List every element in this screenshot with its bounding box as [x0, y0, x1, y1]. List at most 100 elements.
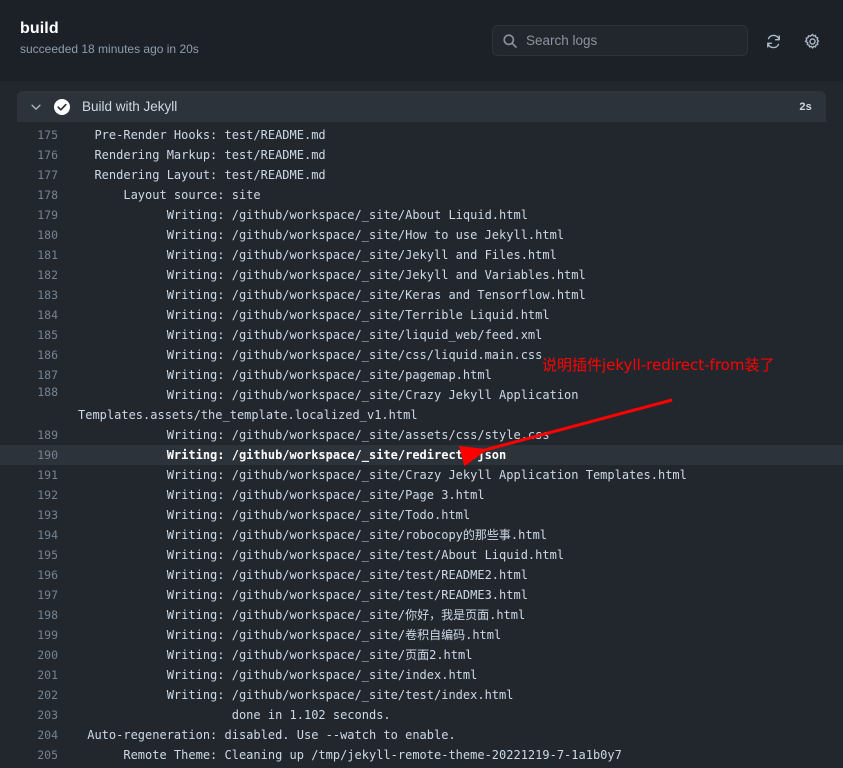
- log-line-text: Remote Theme: Cleaning up /tmp/jekyll-re…: [80, 748, 622, 762]
- log-line-text: Writing: /github/workspace/_site/页面2.htm…: [80, 648, 473, 662]
- log-line[interactable]: 193 Writing: /github/workspace/_site/Tod…: [0, 505, 843, 525]
- step-title: Build with Jekyll: [82, 98, 178, 114]
- log-line[interactable]: 179 Writing: /github/workspace/_site/Abo…: [0, 205, 843, 225]
- annotation-label: 说明插件jekyll-redirect-from装了: [542, 356, 775, 374]
- log-line-number: 199: [37, 628, 58, 642]
- log-line-text: Writing: /github/workspace/_site/Keras a…: [80, 288, 586, 302]
- log-line-text: Writing: /github/workspace/_site/test/in…: [80, 688, 514, 702]
- log-line[interactable]: 182 Writing: /github/workspace/_site/Jek…: [0, 265, 843, 285]
- log-line-number: 195: [37, 548, 58, 562]
- log-line[interactable]: 176 Rendering Markup: test/README.md: [0, 145, 843, 165]
- log-line-text: Writing: /github/workspace/_site/How to …: [80, 228, 565, 242]
- header-title-block: build succeeded 18 minutes ago in 20s: [20, 19, 199, 58]
- log-line-text: Writing: /github/workspace/_site/Jekyll …: [80, 248, 557, 262]
- log-line-number: 194: [37, 528, 58, 542]
- refresh-button[interactable]: [762, 30, 784, 52]
- log-line-text: Writing: /github/workspace/_site/redirec…: [80, 448, 507, 462]
- log-line-text: Rendering Layout: test/README.md: [80, 168, 326, 182]
- log-line-number: 204: [37, 728, 58, 742]
- log-line-text: Writing: /github/workspace/_site/Terribl…: [80, 308, 550, 322]
- search-placeholder-text: Search logs: [526, 32, 598, 48]
- log-line-number: 184: [37, 308, 58, 322]
- log-line-number: 178: [37, 188, 58, 202]
- log-line[interactable]: 196 Writing: /github/workspace/_site/tes…: [0, 565, 843, 585]
- page-title: build: [20, 20, 59, 37]
- log-line-number: 198: [37, 608, 58, 622]
- log-line[interactable]: 201 Writing: /github/workspace/_site/ind…: [0, 665, 843, 685]
- log-line[interactable]: 189 Writing: /github/workspace/_site/ass…: [0, 425, 843, 445]
- log-line[interactable]: 181 Writing: /github/workspace/_site/Jek…: [0, 245, 843, 265]
- search-logs-input[interactable]: Search logs: [492, 25, 748, 56]
- log-line-text: Writing: /github/workspace/_site/test/Ab…: [80, 548, 565, 562]
- log-line[interactable]: 200 Writing: /github/workspace/_site/页面2…: [0, 645, 843, 665]
- log-line-text: Writing: /github/workspace/_site/Jekyll …: [80, 268, 586, 282]
- log-line-text: Auto-regeneration: disabled. Use --watch…: [80, 728, 456, 742]
- log-line-text: Writing: /github/workspace/_site/Crazy J…: [78, 385, 579, 425]
- log-line-number: 193: [37, 508, 58, 522]
- log-line[interactable]: 177 Rendering Layout: test/README.md: [0, 165, 843, 185]
- log-line[interactable]: 197 Writing: /github/workspace/_site/tes…: [0, 585, 843, 605]
- log-line-number: 191: [37, 468, 58, 482]
- log-line-text: Writing: /github/workspace/_site/Todo.ht…: [80, 508, 471, 522]
- log-line-number: 203: [37, 708, 58, 722]
- step-duration: 2s: [799, 100, 812, 113]
- log-line-number: 177: [37, 168, 58, 182]
- log-line[interactable]: 190 Writing: /github/workspace/_site/red…: [0, 445, 843, 465]
- log-line[interactable]: 175 Pre-Render Hooks: test/README.md: [0, 125, 843, 145]
- log-line-number: 205: [37, 748, 58, 762]
- log-line-text: Layout source: site: [80, 188, 261, 202]
- gear-icon: [804, 33, 819, 49]
- log-line-number: 175: [37, 128, 58, 142]
- log-line-text: Pre-Render Hooks: test/README.md: [80, 128, 326, 142]
- step-header-build-with-jekyll[interactable]: Build with Jekyll 2s: [17, 91, 826, 122]
- log-line[interactable]: 184 Writing: /github/workspace/_site/Ter…: [0, 305, 843, 325]
- log-line[interactable]: 180 Writing: /github/workspace/_site/How…: [0, 225, 843, 245]
- log-line[interactable]: 203 done in 1.102 seconds.: [0, 705, 843, 725]
- log-line-text: Writing: /github/workspace/_site/test/RE…: [80, 588, 528, 602]
- page-header: build succeeded 18 minutes ago in 20s Se…: [0, 0, 843, 81]
- log-line[interactable]: 205 Remote Theme: Cleaning up /tmp/jekyl…: [0, 745, 843, 765]
- log-line-number: 196: [37, 568, 58, 582]
- settings-button[interactable]: [801, 30, 823, 52]
- log-line-number: 179: [37, 208, 58, 222]
- log-line[interactable]: 194 Writing: /github/workspace/_site/rob…: [0, 525, 843, 545]
- log-line[interactable]: 204 Auto-regeneration: disabled. Use --w…: [0, 725, 843, 745]
- log-line-text: Writing: /github/workspace/_site/test/RE…: [80, 568, 528, 582]
- log-line-text: Writing: /github/workspace/_site/你好，我是页面…: [80, 608, 526, 622]
- refresh-icon: [766, 34, 780, 48]
- log-line-text: Writing: /github/workspace/_site/assets/…: [80, 428, 550, 442]
- log-line[interactable]: 178 Layout source: site: [0, 185, 843, 205]
- log-line-number: 185: [37, 328, 58, 342]
- log-line-number: 197: [37, 588, 58, 602]
- log-line-number: 188: [37, 385, 58, 399]
- chevron-down-icon[interactable]: [29, 100, 43, 114]
- log-line-text: Writing: /github/workspace/_site/Crazy J…: [80, 468, 687, 482]
- log-line-text: Writing: /github/workspace/_site/About L…: [80, 208, 528, 222]
- log-line[interactable]: 183 Writing: /github/workspace/_site/Ker…: [0, 285, 843, 305]
- log-line-number: 181: [37, 248, 58, 262]
- log-line-text: Writing: /github/workspace/_site/robocop…: [80, 528, 548, 542]
- log-line-text: Writing: /github/workspace/_site/index.h…: [80, 668, 478, 682]
- log-line[interactable]: 195 Writing: /github/workspace/_site/tes…: [0, 545, 843, 565]
- log-line-number: 202: [37, 688, 58, 702]
- log-line[interactable]: 192 Writing: /github/workspace/_site/Pag…: [0, 485, 843, 505]
- log-line-number: 183: [37, 288, 58, 302]
- log-line-text-continued: Templates.assets/the_template.localized_…: [78, 408, 418, 422]
- log-line-number: 186: [37, 348, 58, 362]
- log-line-number: 182: [37, 268, 58, 282]
- build-status-summary: succeeded 18 minutes ago in 20s: [20, 42, 199, 56]
- log-line[interactable]: 202 Writing: /github/workspace/_site/tes…: [0, 685, 843, 705]
- log-line-number: 187: [37, 368, 58, 382]
- log-line[interactable]: 185 Writing: /github/workspace/_site/liq…: [0, 325, 843, 345]
- log-line-text: Writing: /github/workspace/_site/liquid_…: [80, 328, 543, 342]
- log-line[interactable]: 191 Writing: /github/workspace/_site/Cra…: [0, 465, 843, 485]
- log-line-text: Writing: /github/workspace/_site/pagemap…: [80, 368, 492, 382]
- log-line[interactable]: 199 Writing: /github/workspace/_site/卷积自…: [0, 625, 843, 645]
- log-line[interactable]: 198 Writing: /github/workspace/_site/你好，…: [0, 605, 843, 625]
- log-line-text: Rendering Markup: test/README.md: [80, 148, 326, 162]
- check-circle-icon: [54, 98, 70, 115]
- log-line-number: 200: [37, 648, 58, 662]
- log-line[interactable]: 188 Writing: /github/workspace/_site/Cra…: [0, 385, 843, 425]
- log-line-number: 180: [37, 228, 58, 242]
- log-output[interactable]: 175 Pre-Render Hooks: test/README.md 176 …: [0, 125, 843, 768]
